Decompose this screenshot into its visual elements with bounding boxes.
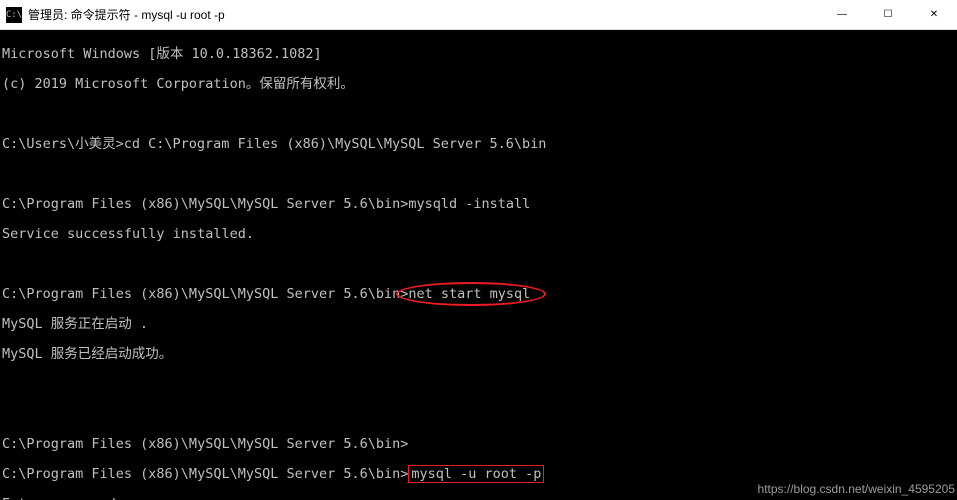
terminal-line: Microsoft Windows [版本 10.0.18362.1082] (2, 47, 957, 62)
window-controls: — ☐ ✕ (819, 0, 957, 29)
titlebar-left: C:\ 管理员: 命令提示符 - mysql -u root -p (0, 6, 225, 23)
terminal-line (2, 257, 957, 272)
minimize-icon: — (837, 9, 847, 20)
terminal-output[interactable]: Microsoft Windows [版本 10.0.18362.1082] (… (0, 30, 957, 500)
watermark-text: https://blog.csdn.net/weixin_4595205 (758, 482, 955, 496)
terminal-line (2, 377, 957, 392)
terminal-line: C:\Program Files (x86)\MySQL\MySQL Serve… (2, 467, 957, 482)
maximize-button[interactable]: ☐ (865, 0, 911, 29)
terminal-line: MySQL 服务已经启动成功。 (2, 347, 957, 362)
terminal-line: Service successfully installed. (2, 227, 957, 242)
window-titlebar: C:\ 管理员: 命令提示符 - mysql -u root -p — ☐ ✕ (0, 0, 957, 30)
highlight-rect: mysql -u root -p (408, 465, 544, 483)
terminal-line: (c) 2019 Microsoft Corporation。保留所有权利。 (2, 77, 957, 92)
highlight-ellipse: net start mysql (408, 286, 530, 302)
window-title: 管理员: 命令提示符 - mysql -u root -p (28, 6, 225, 23)
terminal-line: C:\Program Files (x86)\MySQL\MySQL Serve… (2, 287, 957, 302)
terminal-line: MySQL 服务正在启动 . (2, 317, 957, 332)
cmd-prompt-icon: C:\ (6, 7, 22, 23)
terminal-line: C:\Program Files (x86)\MySQL\MySQL Serve… (2, 437, 957, 452)
terminal-container: Microsoft Windows [版本 10.0.18362.1082] (… (0, 30, 957, 500)
terminal-line: C:\Users\小美灵>cd C:\Program Files (x86)\M… (2, 137, 957, 152)
close-icon: ✕ (930, 9, 938, 20)
terminal-line (2, 407, 957, 422)
maximize-icon: ☐ (884, 9, 893, 20)
terminal-line (2, 107, 957, 122)
terminal-line: C:\Program Files (x86)\MySQL\MySQL Serve… (2, 197, 957, 212)
minimize-button[interactable]: — (819, 0, 865, 29)
terminal-line (2, 167, 957, 182)
close-button[interactable]: ✕ (911, 0, 957, 29)
